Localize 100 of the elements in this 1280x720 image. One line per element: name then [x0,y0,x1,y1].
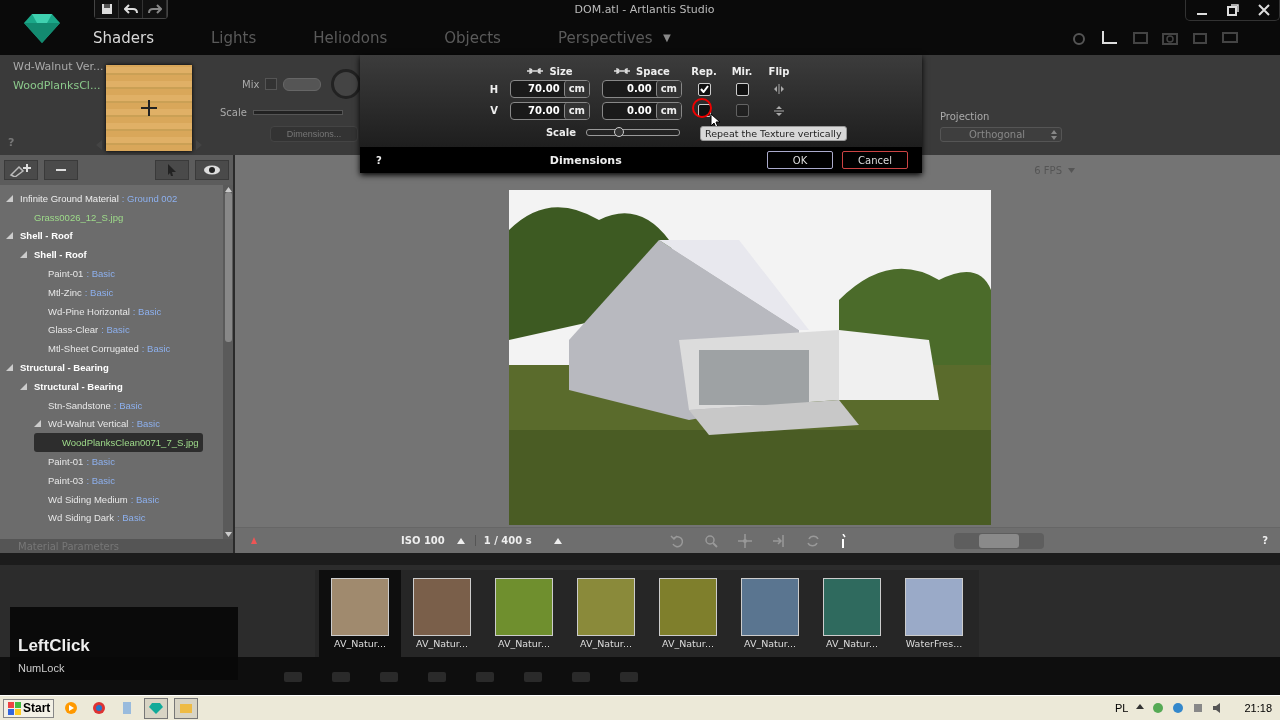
add-material-button[interactable] [4,160,38,180]
tree-item[interactable]: Infinite Ground Material : Ground 002 [4,189,178,208]
iso-up-arrow-icon[interactable] [456,537,465,544]
zoom-slider[interactable] [953,532,1044,549]
clock[interactable]: 21:18 [1244,702,1272,714]
unit-button[interactable]: cm [563,102,589,119]
texture-item[interactable]: AV_Natur... [811,570,893,657]
tree-item[interactable]: Wd-Pine Horizontal : Basic [32,301,162,321]
network-icon[interactable] [1152,702,1165,714]
tree-item[interactable]: Wd Siding Medium : Basic [32,489,160,509]
export-icon[interactable] [771,533,786,548]
size-field[interactable]: 70.00 cm [510,101,590,120]
rotation-knob[interactable] [331,69,362,99]
frame-icon[interactable] [1222,30,1238,45]
updates-icon[interactable] [1172,702,1185,714]
texture-item[interactable]: AV_Natur... [319,570,401,657]
ok-button[interactable]: OK [767,151,833,169]
undo-icon[interactable] [669,533,684,548]
unit-button[interactable]: cm [655,102,681,119]
texture-item[interactable]: AV_Natur... [565,570,647,657]
cancel-button[interactable]: Cancel [842,151,908,169]
light-indicator-icon [251,537,257,544]
camera-icon[interactable] [1162,30,1178,45]
refresh-icon[interactable] [805,533,820,548]
scrollbar[interactable] [223,185,233,539]
mirror-checkbox[interactable] [735,82,749,96]
tab[interactable]: Heliodons [304,28,388,47]
flip-vertical-icon[interactable] [774,105,784,116]
undo-button[interactable] [119,0,143,18]
tab[interactable]: Shaders [84,28,154,47]
remove-button[interactable] [44,160,78,180]
axes-icon[interactable] [1100,29,1118,46]
tree-item[interactable]: Mtl-Zinc : Basic [32,283,114,302]
tree-item[interactable]: Glass-Clear : Basic [32,320,130,340]
scroll-down-icon [224,532,232,537]
tree-item[interactable]: Grass0026_12_S.jpg [18,207,124,227]
projection-dropdown[interactable]: Orthogonal [940,127,1062,142]
shutter-up-arrow-icon[interactable] [553,537,562,544]
move-arrows-icon[interactable] [737,533,752,548]
texture-item[interactable]: AV_Natur... [483,570,565,657]
visibility-button[interactable] [195,160,229,180]
dropdown-triangle-icon[interactable] [1068,167,1075,173]
tree-item[interactable]: Structural - Bearing [4,358,109,377]
tree-item[interactable]: Paint-01 : Basic [32,452,115,471]
tree-item[interactable]: WoodPlanksClean0071_7_S.jpg [34,433,203,453]
info-icon[interactable] [839,533,846,548]
minus-icon [56,168,66,172]
texture-item[interactable]: WaterFres... [893,570,975,657]
taskbar-app-button[interactable] [144,697,169,719]
expanded-triangle-icon[interactable] [20,382,27,390]
texture-item[interactable]: AV_Natur... [647,570,729,657]
tabs-menu-button[interactable]: ▼ [660,30,674,45]
tree-item[interactable]: Paint-03 : Basic [32,470,115,490]
tree-item[interactable]: Paint-01 : Basic [32,264,115,283]
tree-item[interactable]: Structural - Bearing [18,376,123,396]
texture-item[interactable]: AV_Natur... [729,570,811,657]
mix-toggle[interactable] [283,77,322,91]
crop-frame-icon[interactable] [1192,30,1208,45]
tree-item[interactable]: Shell - Roof [18,245,87,265]
save-button[interactable] [95,0,119,18]
expanded-triangle-icon[interactable] [6,194,13,202]
flag-icon[interactable] [1192,702,1205,714]
help-button[interactable]: ? [1262,535,1268,546]
search-icon[interactable] [703,533,718,548]
repeat-checkbox[interactable] [697,82,711,96]
start-button[interactable]: Start [3,698,55,718]
flip-horizontal-icon[interactable] [774,84,784,94]
scale-label: Scale [545,126,576,138]
texture-item[interactable]: AV_Natur... [401,570,483,657]
repeat-header: Rep. [691,65,717,77]
size-field[interactable]: 70.00 cm [510,80,590,98]
unit-button[interactable]: cm [563,81,589,97]
tree-item[interactable]: Stn-Sandstone : Basic [32,395,143,415]
language-indicator[interactable]: PL [1115,702,1129,714]
dimensions-button[interactable]: Dimensions... [270,126,358,142]
expanded-triangle-icon[interactable] [34,420,41,428]
scale-slider[interactable] [252,110,343,115]
redo-button[interactable] [143,0,167,18]
wood-texture-thumbnail[interactable] [106,65,192,151]
help-button[interactable]: ? [376,154,382,166]
mix-checkbox[interactable] [265,78,278,90]
tab[interactable]: Objects [435,28,501,47]
house-render-drawing[interactable] [508,190,991,525]
tab[interactable]: Perspectives [548,28,653,47]
expanded-triangle-icon[interactable] [20,251,27,259]
space-field[interactable]: 0.00 cm [602,101,682,120]
tree-item[interactable]: Shell - Roof [4,226,73,246]
layers-icon[interactable] [1132,30,1148,45]
space-field[interactable]: 0.00 cm [602,80,682,98]
expanded-triangle-icon[interactable] [6,364,13,372]
select-tool-button[interactable] [155,160,189,180]
unit-button[interactable]: cm [655,81,681,97]
tab[interactable]: Lights [201,28,257,47]
tree-item[interactable]: Wd Siding Dark : Basic [32,508,146,528]
tree-item[interactable]: Wd-Walnut Vertical : Basic [32,414,160,434]
clock-icon[interactable] [1072,30,1086,45]
tree-item[interactable]: Mtl-Sheet Corrugated : Basic [32,339,171,359]
scale-slider[interactable] [586,128,680,136]
expanded-triangle-icon[interactable] [6,232,13,240]
taskbar-app-button[interactable] [174,697,199,719]
